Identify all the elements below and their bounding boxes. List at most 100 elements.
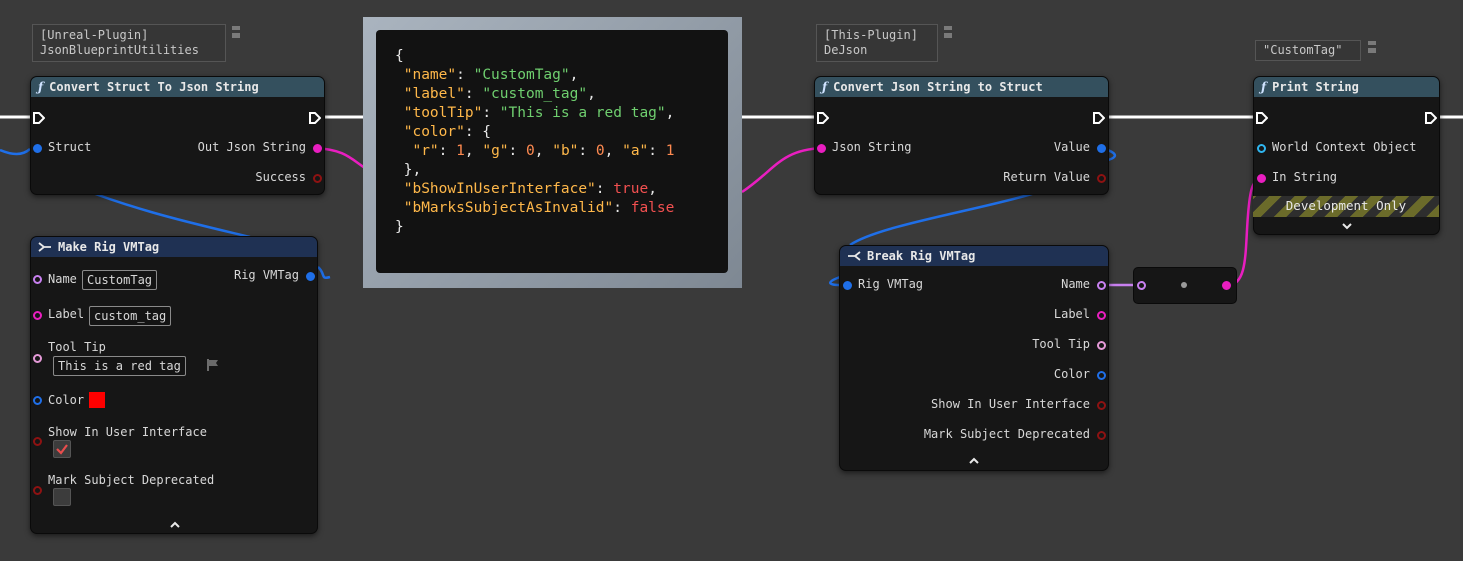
node-convert-struct-to-json[interactable]: ƒ Convert Struct To Json String Struct O… xyxy=(30,76,325,195)
comment-line: [This-Plugin] xyxy=(824,28,918,42)
conversion-dot xyxy=(1181,282,1187,288)
node-make-rig-vmtag[interactable]: Make Rig VMTag Name CustomTag Rig VMTag … xyxy=(30,236,318,534)
json-value: 1 xyxy=(665,143,675,159)
pin-label: Out Json String xyxy=(197,140,306,154)
node-header[interactable]: ƒ Convert Struct To Json String xyxy=(31,77,324,97)
json-key: "color" xyxy=(403,124,465,140)
json-key: "b" xyxy=(552,143,579,159)
json-key: "name" xyxy=(403,67,457,83)
pin-label: Show In User Interface xyxy=(48,425,207,439)
comment-line: JsonBlueprintUtilities xyxy=(40,43,199,57)
pin-label: Name xyxy=(48,272,77,286)
conversion-input-pin[interactable] xyxy=(1137,281,1146,290)
comment-pin-icon[interactable] xyxy=(231,25,241,39)
json-key: "bShowInUserInterface" xyxy=(403,181,596,197)
mark-deprecated-pin[interactable] xyxy=(33,486,42,495)
return-value-pin[interactable] xyxy=(1097,174,1106,183)
conversion-output-pin[interactable] xyxy=(1222,281,1231,290)
node-header[interactable]: Make Rig VMTag xyxy=(31,237,317,257)
function-icon: ƒ xyxy=(1261,80,1267,94)
node-title: Convert Struct To Json String xyxy=(49,80,259,94)
exec-pin-icon[interactable] xyxy=(1256,112,1268,124)
color-swatch[interactable] xyxy=(89,392,105,408)
json-string-pin[interactable] xyxy=(817,144,826,153)
node-title: Break Rig VMTag xyxy=(867,249,976,263)
json-key: "bMarksSubjectAsInvalid" xyxy=(403,200,614,216)
development-only-label: Development Only xyxy=(1285,198,1407,213)
pin-label: Mark Subject Deprecated xyxy=(48,473,215,487)
pin-label: Struct xyxy=(48,140,92,154)
value-pin[interactable] xyxy=(1097,144,1106,153)
comment-line: [Unreal-Plugin] xyxy=(40,28,149,42)
pin-label: Show In User Interface xyxy=(931,397,1090,411)
success-pin[interactable] xyxy=(313,174,322,183)
label-field[interactable]: custom_tag xyxy=(89,306,172,326)
struct-wire xyxy=(849,191,1036,247)
node-title: Print String xyxy=(1272,80,1359,94)
pin-label: Label xyxy=(1053,307,1090,321)
show-in-ui-pin[interactable] xyxy=(1097,401,1106,410)
mark-deprecated-checkbox[interactable] xyxy=(53,488,71,506)
flag-icon[interactable] xyxy=(206,358,220,372)
json-value: 0 xyxy=(526,143,535,159)
node-header[interactable]: Break Rig VMTag xyxy=(840,246,1108,266)
node-header[interactable]: ƒ Convert Json String to Struct xyxy=(815,77,1108,97)
show-in-ui-pin[interactable] xyxy=(33,437,42,446)
pin-label: Tool Tip xyxy=(1032,337,1090,351)
comment-pin-icon[interactable] xyxy=(1367,40,1377,54)
break-struct-icon xyxy=(848,251,861,261)
out-json-string-pin[interactable] xyxy=(313,144,322,153)
json-value: 0 xyxy=(595,143,605,159)
json-preview: { "name": "CustomTag", "label": "custom_… xyxy=(376,30,728,273)
chevron-up-icon[interactable] xyxy=(169,519,181,531)
exec-pin-icon[interactable] xyxy=(817,112,829,124)
exec-pin-icon[interactable] xyxy=(1425,112,1437,124)
exec-pin-icon[interactable] xyxy=(1093,112,1105,124)
label-pin[interactable] xyxy=(1097,311,1106,320)
json-value: 1 xyxy=(456,143,465,159)
tool-tip-field[interactable]: This is a red tag xyxy=(53,356,186,376)
json-key: "label" xyxy=(403,86,465,102)
comment-unreal-plugin[interactable]: [Unreal-Plugin] JsonBlueprintUtilities xyxy=(32,24,226,62)
exec-pin-icon[interactable] xyxy=(33,112,45,124)
pin-label: Json String xyxy=(832,140,912,154)
function-icon: ƒ xyxy=(38,80,44,94)
rig-vmtag-output-pin[interactable] xyxy=(306,272,315,281)
json-brace: } xyxy=(395,219,404,235)
comment-this-plugin[interactable]: [This-Plugin] DeJson xyxy=(816,24,938,62)
world-context-pin[interactable] xyxy=(1257,144,1266,153)
make-struct-icon xyxy=(38,242,51,252)
conversion-node[interactable] xyxy=(1133,267,1237,304)
mark-deprecated-pin[interactable] xyxy=(1097,431,1106,440)
comment-print-literal[interactable]: "CustomTag" xyxy=(1255,40,1361,61)
color-pin[interactable] xyxy=(33,396,42,405)
name-pin[interactable] xyxy=(1097,281,1106,290)
rig-vmtag-input-pin[interactable] xyxy=(843,281,852,290)
tool-tip-pin[interactable] xyxy=(33,354,42,363)
show-in-ui-checkbox[interactable] xyxy=(53,440,71,458)
name-pin[interactable] xyxy=(33,275,42,284)
color-pin[interactable] xyxy=(1097,371,1106,380)
struct-pin[interactable] xyxy=(33,144,42,153)
chevron-up-icon[interactable] xyxy=(968,455,980,467)
json-key: "toolTip" xyxy=(403,105,483,121)
pin-label: Tool Tip xyxy=(48,340,106,354)
tool-tip-pin[interactable] xyxy=(1097,341,1106,350)
json-value: "CustomTag" xyxy=(473,67,570,83)
chevron-down-icon[interactable] xyxy=(1341,220,1353,232)
json-value: true xyxy=(613,181,649,197)
comment-pin-icon[interactable] xyxy=(943,25,953,39)
pin-label: Rig VMTag xyxy=(233,268,299,282)
node-header[interactable]: ƒ Print String xyxy=(1254,77,1439,97)
name-field[interactable]: CustomTag xyxy=(82,270,158,290)
node-title: Make Rig VMTag xyxy=(58,240,160,254)
label-pin[interactable] xyxy=(33,311,42,320)
comment-line: "CustomTag" xyxy=(1263,43,1343,57)
in-string-pin[interactable] xyxy=(1257,174,1266,183)
pin-label: Value xyxy=(1053,140,1090,154)
node-break-rig-vmtag[interactable]: Break Rig VMTag Rig VMTag Name Label Too… xyxy=(839,245,1109,471)
checkmark-icon xyxy=(56,444,68,455)
exec-pin-icon[interactable] xyxy=(309,112,321,124)
node-convert-json-to-struct[interactable]: ƒ Convert Json String to Struct Json Str… xyxy=(814,76,1109,195)
json-key: "r" xyxy=(412,143,439,159)
